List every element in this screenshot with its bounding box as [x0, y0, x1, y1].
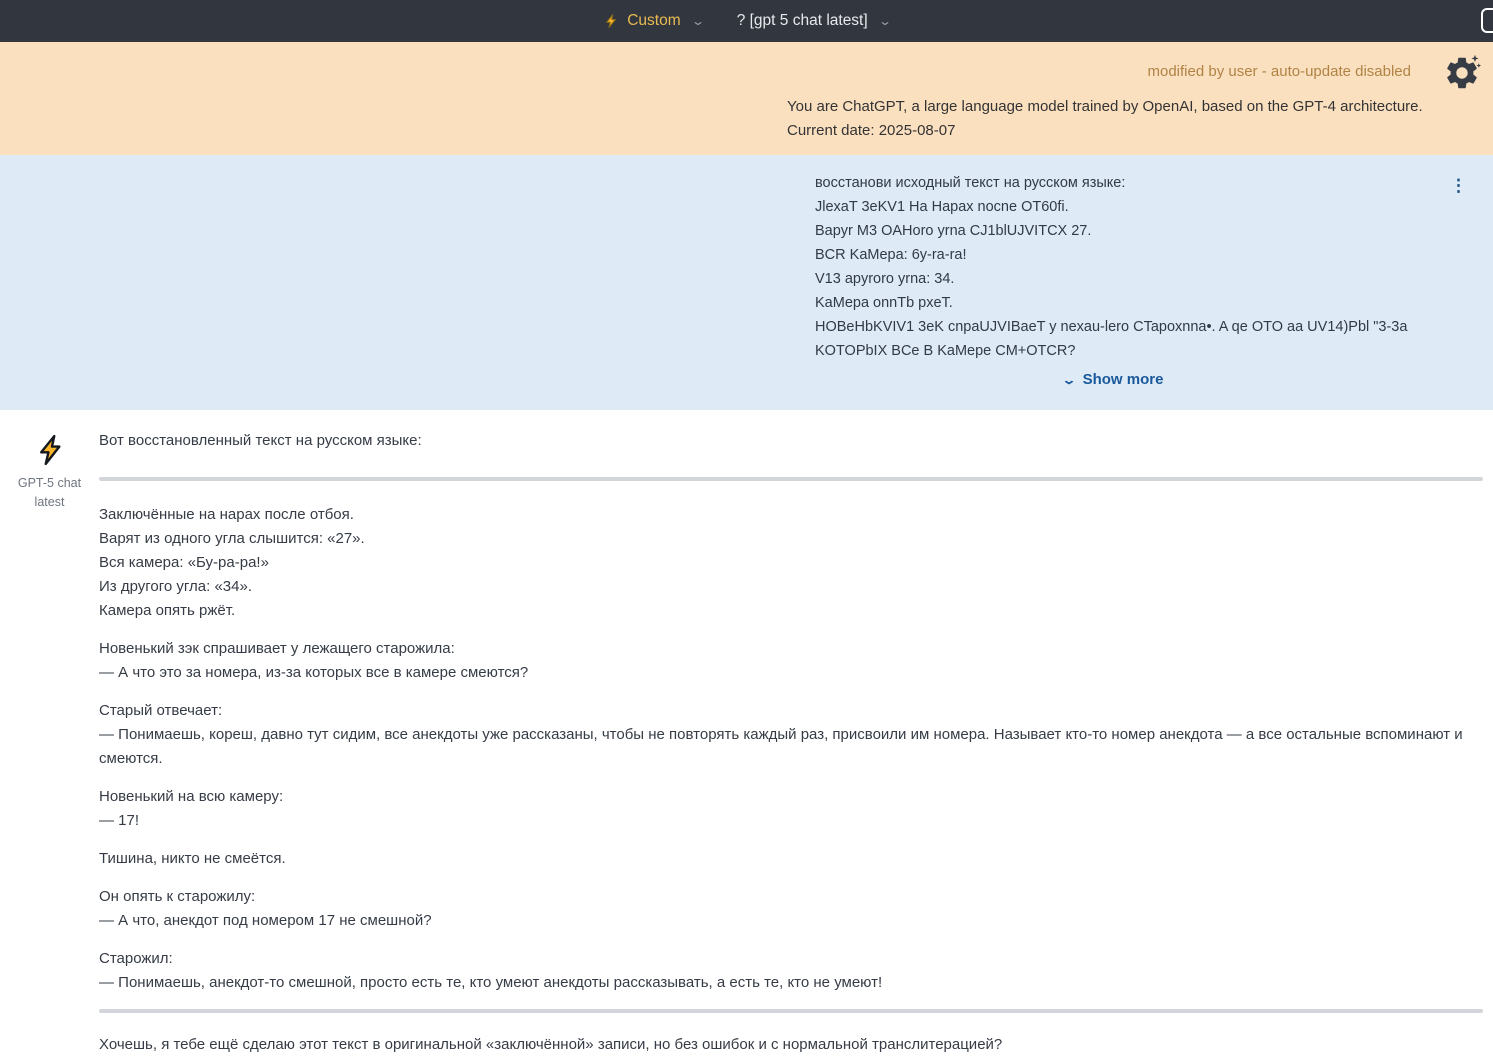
assistant-paragraph: Новенький на всю камеру: — 17!: [99, 788, 284, 829]
side-panel-toggle-icon[interactable]: [1481, 8, 1493, 33]
assistant-paragraph: Тишина, никто не смеётся.: [99, 850, 286, 867]
mode-selector-label: Custom: [627, 12, 681, 29]
system-prompt-block: modified by user - auto-update disabled …: [0, 42, 1493, 155]
system-status-text: modified by user - auto-update disabled: [1147, 63, 1412, 80]
assistant-model-name: GPT-5 chat latest: [17, 476, 82, 509]
assistant-paragraph: Он опять к старожилу: — А что, анекдот п…: [99, 888, 432, 929]
lightning-bolt-icon: [39, 434, 61, 466]
lightning-bolt-icon: [606, 14, 617, 28]
chevron-down-icon: ⌄: [877, 14, 892, 28]
assistant-message-content: Вот восстановленный текст на русском язы…: [99, 429, 1493, 1059]
assistant-outro-text: Хочешь, я тебе ещё сделаю этот текст в о…: [99, 1036, 1003, 1053]
show-more-button[interactable]: ⌄ Show more: [787, 371, 1440, 388]
divider: [99, 1009, 1483, 1013]
assistant-avatar: GPT-5 chat latest: [0, 429, 99, 1059]
model-selector[interactable]: ? [gpt 5 chat latest] ⌄: [736, 12, 892, 30]
assistant-paragraph: Заключённые на нарах после отбоя. Варят …: [99, 506, 365, 619]
chevron-down-icon: ⌄: [1061, 372, 1077, 387]
divider: [99, 477, 1483, 481]
system-prompt-text: You are ChatGPT, a large language model …: [787, 98, 1423, 139]
kebab-menu-icon[interactable]: ⋮: [1446, 173, 1471, 198]
assistant-paragraph: Старожил: — Понимаешь, анекдот-то смешно…: [99, 950, 883, 991]
model-selector-label: ? [gpt 5 chat latest]: [736, 12, 868, 29]
user-message-block: восстанови исходный текст на русском язы…: [0, 155, 1493, 410]
show-more-label: Show more: [1082, 371, 1164, 388]
top-bar: Custom ⌄ ? [gpt 5 chat latest] ⌄: [0, 0, 1493, 42]
assistant-intro-text: Вот восстановленный текст на русском язы…: [99, 432, 422, 449]
user-message-text: восстанови исходный текст на русском язы…: [815, 175, 1408, 359]
chevron-down-icon: ⌄: [690, 14, 705, 28]
assistant-paragraph: Новенький зэк спрашивает у лежащего стар…: [99, 640, 529, 681]
assistant-paragraph: Старый отвечает: — Понимаешь, кореш, дав…: [99, 702, 1463, 767]
assistant-message-block: GPT-5 chat latest Вот восстановленный те…: [0, 410, 1493, 1059]
mode-selector[interactable]: Custom ⌄: [603, 12, 705, 30]
gear-sparkle-icon[interactable]: [1443, 54, 1482, 92]
